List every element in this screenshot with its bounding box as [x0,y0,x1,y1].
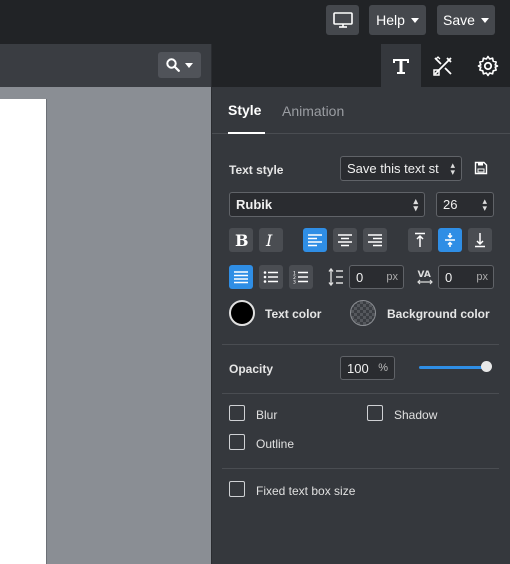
italic-button[interactable]: I [259,228,283,252]
opacity-unit: % [378,362,388,374]
canvas-area[interactable] [0,87,211,564]
search-icon [166,58,180,72]
chevron-down-icon [410,17,419,23]
tab-animation[interactable]: Animation [282,87,344,134]
font-family-value: Rubik [236,197,273,212]
font-size-stepper[interactable]: 26 ▴ ▾ [436,192,494,217]
canvas-page[interactable] [0,99,47,564]
svg-text:VA: VA [418,270,431,280]
opacity-label: Opacity [229,362,274,376]
outline-label: Outline [256,437,295,451]
line-height-icon [328,268,343,286]
align-top-icon [415,232,425,247]
paragraph-icon [234,271,248,284]
updown-icon: ▴ ▾ [450,159,455,177]
align-right-icon [368,234,382,247]
search-button[interactable] [158,52,201,78]
help-button[interactable]: Help [369,5,426,35]
letter-spacing-input[interactable]: 0 px [438,265,494,289]
chevron-down-icon [185,62,193,68]
align-bottom-icon [475,233,485,248]
letter-spacing-icon: VA [417,270,433,285]
opacity-slider-track [419,366,487,369]
letter-spacing-unit: px [476,271,488,283]
bold-icon: B [235,232,248,248]
text-style-select[interactable]: Save this text st ▴ ▾ [340,156,462,181]
numbered-list-button[interactable]: 123 [289,265,313,289]
divider [222,468,499,469]
help-label: Help [376,12,405,28]
opacity-input[interactable]: 100 % [340,356,395,380]
chevron-down-icon [480,17,489,23]
gear-icon [477,55,499,76]
style-subtabs: Style Animation [212,87,510,134]
align-left-icon [308,234,322,247]
text-style-value: Save this text st [347,161,439,176]
numbered-list-icon: 123 [293,271,308,285]
valign-top-button[interactable] [408,228,432,252]
fixed-text-box-checkbox[interactable] [229,481,245,497]
align-center-icon [338,234,352,247]
align-middle-icon [445,233,455,247]
blur-checkbox[interactable] [229,405,245,421]
divider [222,344,499,345]
save-style-icon[interactable] [474,161,488,175]
save-label: Save [443,12,475,28]
tab-style[interactable]: Style [228,87,265,134]
text-style-label: Text style [229,163,284,177]
bullet-list-icon [263,271,278,283]
properties-panel: Style Animation Text style Save this tex… [211,44,510,564]
preview-button[interactable] [326,5,359,35]
background-color-label: Background color [387,307,490,321]
text-color-label: Text color [265,307,322,321]
fixed-text-box-label: Fixed text box size [256,484,356,498]
text-icon [393,58,409,74]
background-color-swatch[interactable] [350,300,376,326]
paragraph-button[interactable] [229,265,253,289]
opacity-value: 100 [347,360,369,376]
divider [222,393,499,394]
outline-checkbox[interactable] [229,434,245,450]
font-size-value: 26 [443,197,458,212]
tab-settings[interactable] [468,44,508,87]
opacity-slider-handle[interactable] [481,361,492,372]
tools-icon [433,55,452,76]
letter-spacing-value: 0 [445,269,453,285]
monitor-icon [332,12,353,28]
top-bar: Help Save [0,0,510,44]
svg-text:I: I [265,232,273,248]
tab-text[interactable] [381,44,421,87]
italic-icon: I [265,232,273,248]
line-spacing-input[interactable]: 0 px [349,265,404,289]
tab-tools[interactable] [423,44,463,87]
updown-icon: ▴ ▾ [482,195,487,213]
svg-text:B: B [235,232,248,248]
valign-bottom-button[interactable] [468,228,492,252]
line-spacing-value: 0 [356,269,364,285]
floppy-icon [474,161,488,175]
blur-label: Blur [256,408,278,422]
align-left-button[interactable] [303,228,327,252]
save-button[interactable]: Save [437,5,495,35]
align-right-button[interactable] [363,228,387,252]
shadow-checkbox[interactable] [367,405,383,421]
svg-text:3: 3 [293,280,296,285]
canvas-toolbar [0,44,211,87]
panel-tabs [212,44,510,87]
shadow-label: Shadow [394,408,438,422]
line-spacing-unit: px [386,271,398,283]
text-color-swatch[interactable] [229,300,255,326]
valign-middle-button[interactable] [438,228,462,252]
updown-icon: ▴ ▾ [413,195,418,213]
font-family-select[interactable]: Rubik ▴ ▾ [229,192,425,217]
bullet-list-button[interactable] [259,265,283,289]
opacity-slider[interactable] [419,361,492,373]
align-center-button[interactable] [333,228,357,252]
bold-button[interactable]: B [229,228,253,252]
